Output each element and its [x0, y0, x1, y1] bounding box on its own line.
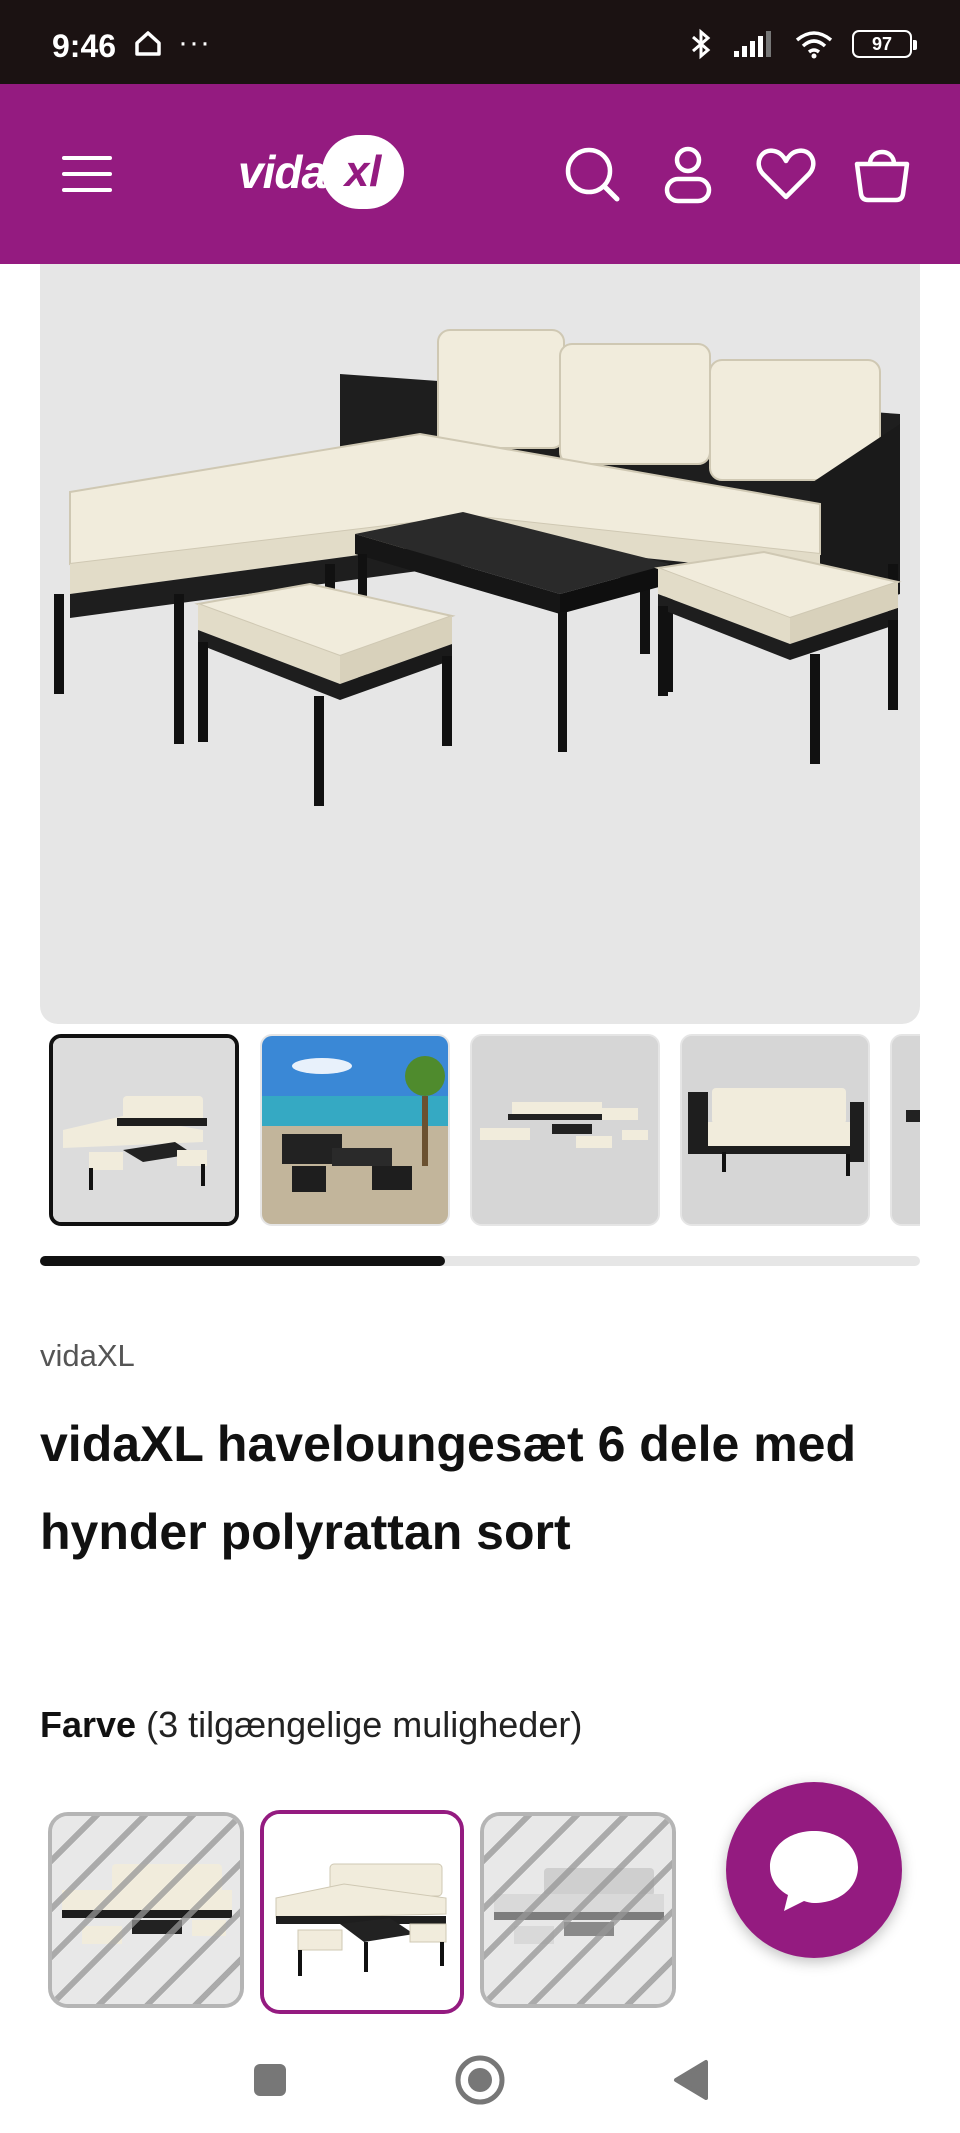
thumbnail-1[interactable]	[49, 1034, 239, 1226]
thumbnail-5[interactable]	[890, 1034, 920, 1226]
thumbnail-4-image	[682, 1036, 868, 1224]
system-nav-bar	[0, 2028, 960, 2133]
back-nav-button[interactable]	[660, 2050, 720, 2110]
chat-button[interactable]	[726, 1782, 902, 1958]
battery-indicator: 97	[852, 30, 917, 58]
home-status-icon	[135, 31, 161, 56]
signal-icon	[734, 31, 771, 57]
battery-level: 97	[871, 33, 893, 54]
thumbnail-5-image	[892, 1036, 920, 1224]
variant-label: Farve (3 tilgængelige muligheder)	[40, 1704, 582, 1746]
menu-icon[interactable]	[56, 146, 120, 202]
thumbnail-strip[interactable]	[40, 1034, 920, 1226]
thumbnail-1-image	[53, 1038, 235, 1222]
home-nav-button[interactable]	[450, 2050, 510, 2110]
site-header: vida xl	[0, 84, 960, 264]
bluetooth-icon	[692, 28, 711, 60]
unavailable-pattern	[52, 1816, 240, 2004]
gallery-scrollbar[interactable]	[40, 1256, 920, 1266]
logo-mark: xl	[322, 135, 405, 209]
thumbnail-4[interactable]	[680, 1034, 870, 1226]
product-title: vidaXL haveloungesæt 6 dele med hynder p…	[40, 1416, 857, 1560]
variant-count-text: (3 tilgængelige muligheder)	[146, 1704, 583, 1745]
status-time: 9:46	[52, 28, 117, 64]
variant-option-1[interactable]	[48, 1812, 244, 2008]
search-icon[interactable]	[560, 142, 624, 206]
thumbnail-2-image	[262, 1036, 448, 1224]
thumbnail-3-image	[472, 1036, 658, 1224]
chat-bubble-icon	[770, 1831, 858, 1911]
variant-label-name: Farve	[40, 1704, 137, 1745]
recent-apps-button[interactable]	[240, 2050, 300, 2110]
variant-option-3[interactable]	[480, 1812, 676, 2008]
back-icon	[674, 2060, 708, 2100]
unavailable-pattern	[484, 1816, 672, 2004]
account-icon[interactable]	[656, 142, 720, 206]
home-icon	[455, 2055, 505, 2105]
thumbnail-2[interactable]	[260, 1034, 450, 1226]
recent-apps-icon	[254, 2064, 286, 2096]
product-main-image[interactable]	[40, 264, 920, 1024]
product-photo	[54, 329, 902, 806]
variant-option-2-image	[264, 1814, 460, 2010]
basket-icon[interactable]	[850, 142, 914, 206]
status-more-dots: ···	[178, 26, 211, 59]
variant-option-2[interactable]	[260, 1810, 464, 2014]
gallery-scrollbar-thumb[interactable]	[40, 1256, 445, 1266]
vidaxl-logo[interactable]: vida xl	[238, 132, 405, 212]
logo-text: vida	[238, 146, 327, 198]
color-variants	[48, 1810, 688, 2014]
thumbnail-3[interactable]	[470, 1034, 660, 1226]
wishlist-heart-icon[interactable]	[754, 142, 818, 206]
wifi-icon	[795, 31, 833, 59]
status-bar: 9:46 ··· 97	[0, 0, 960, 84]
product-brand[interactable]: vidaXL	[40, 1338, 135, 1374]
